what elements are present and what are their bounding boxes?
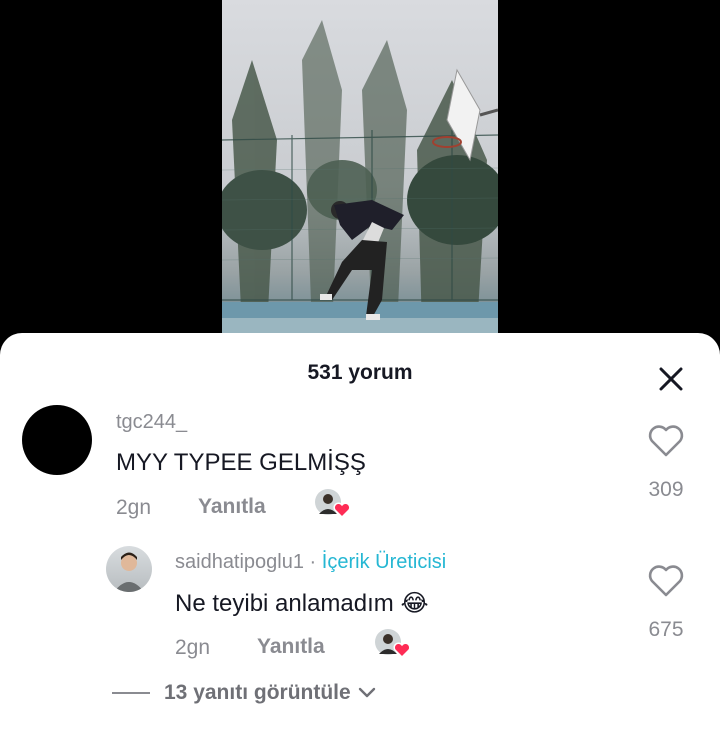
- like-button[interactable]: [648, 564, 684, 598]
- view-replies-label: 13 yanıtı görüntüle: [164, 681, 351, 704]
- comment-username[interactable]: tgc244_: [116, 411, 187, 434]
- close-button[interactable]: [655, 363, 687, 395]
- creator-badge: İçerik Üreticisi: [321, 551, 447, 573]
- heart-outline-icon: [648, 565, 684, 597]
- like-count: 675: [648, 618, 684, 641]
- reply-button[interactable]: Yanıtla: [198, 495, 266, 519]
- avatar-photo-image: [114, 552, 144, 592]
- creator-liked-indicator: [374, 628, 411, 659]
- comment-username-row: saidhatipoglu1 · İçerik Üreticisi: [175, 551, 446, 574]
- close-icon: [659, 367, 683, 391]
- comment-count-title: 531 yorum: [307, 361, 413, 384]
- video-scene-image: [222, 20, 498, 340]
- comment-text-row: Ne teyibi anlamadım 😂: [175, 589, 428, 618]
- avatar[interactable]: [106, 546, 152, 592]
- view-replies-button[interactable]: 13 yanıtı görüntüle: [112, 678, 377, 708]
- laughing-emoji-icon: 😂: [400, 590, 429, 617]
- chevron-down-icon: [358, 687, 375, 698]
- divider-line: [112, 692, 150, 694]
- creator-liked-heart-icon: [315, 489, 351, 519]
- video-frame: [222, 0, 498, 340]
- like-button[interactable]: [648, 424, 684, 458]
- avatar[interactable]: [22, 405, 92, 475]
- comment-username[interactable]: saidhatipoglu1: [175, 551, 304, 573]
- like-count: 309: [648, 478, 684, 501]
- creator-liked-heart-icon: [375, 629, 411, 659]
- creator-liked-indicator: [314, 488, 351, 519]
- reply-button[interactable]: Yanıtla: [257, 635, 325, 659]
- comment-age: 2gn: [175, 636, 211, 659]
- sheet-header: 531 yorum: [0, 361, 720, 385]
- video-player[interactable]: [0, 0, 720, 340]
- separator-dot: ·: [304, 551, 322, 573]
- comment-text: Ne teyibi anlamadım: [175, 590, 394, 617]
- comment-text: MYY TYPEE GELMİŞŞ: [116, 449, 366, 476]
- heart-outline-icon: [648, 425, 684, 457]
- comment-age: 2gn: [116, 496, 152, 519]
- comments-sheet: 531 yorum tgc244_ MYY TYPEE GELMİŞŞ 2gn …: [0, 333, 720, 733]
